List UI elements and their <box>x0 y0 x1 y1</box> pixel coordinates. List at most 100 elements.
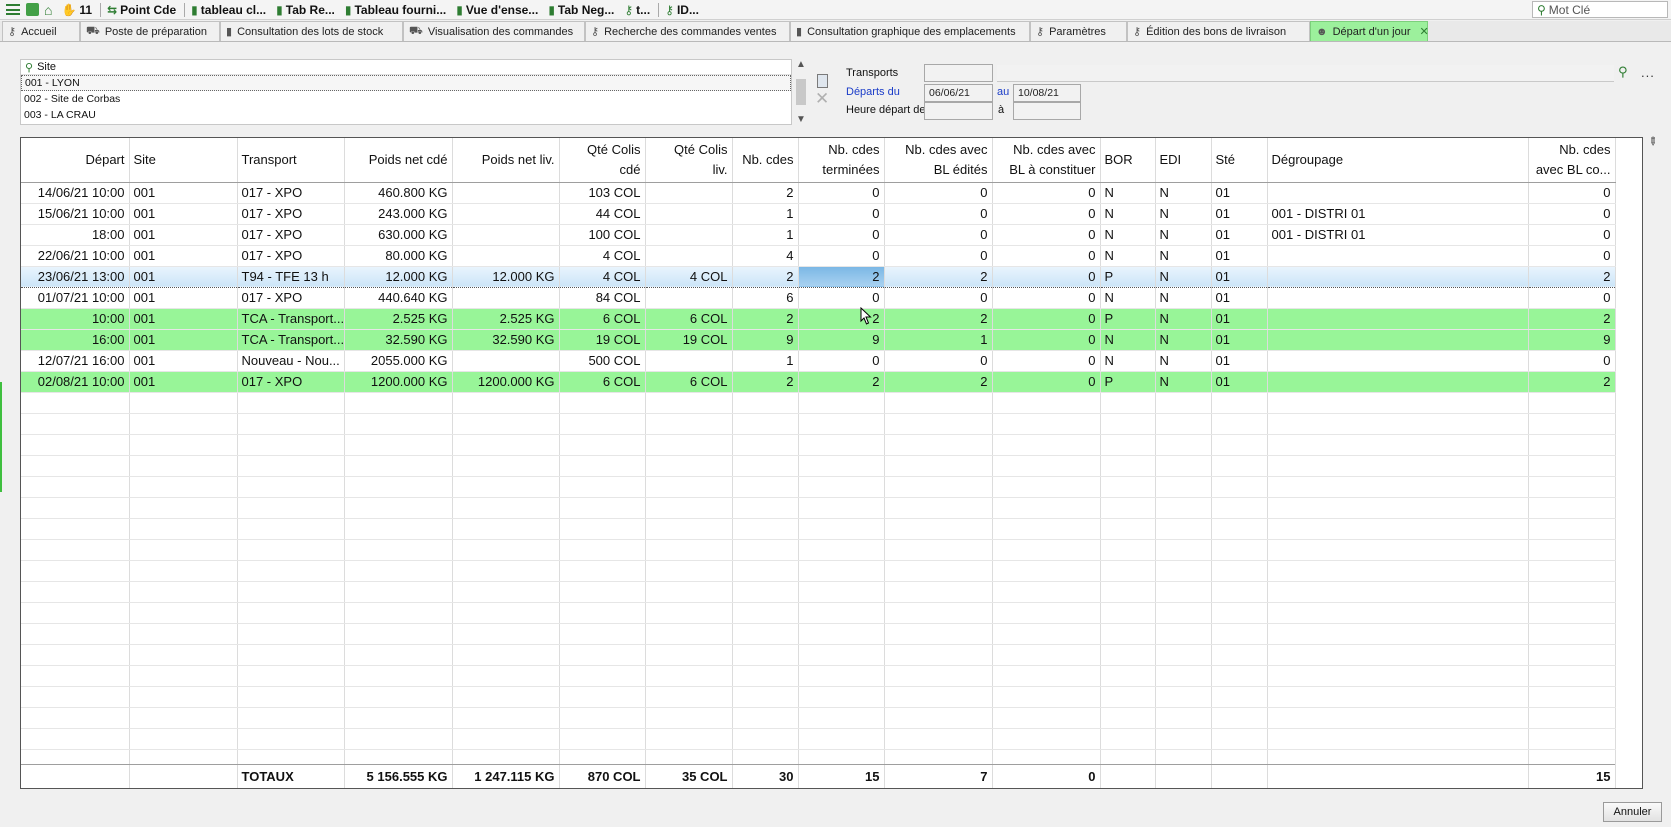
table-cell[interactable]: 23/06/21 13:00 <box>21 265 130 288</box>
tab-consultation-graphique[interactable]: ▮ Consultation graphique des emplacements <box>790 21 1030 41</box>
table-cell[interactable]: 0 <box>798 182 885 204</box>
column-header-5[interactable]: Qté Colis cdé <box>559 138 646 183</box>
pin-icon[interactable]: ✎ <box>1645 134 1661 149</box>
table-cell[interactable]: 243.000 KG <box>344 203 453 225</box>
table-cell[interactable]: 2 <box>1528 308 1616 330</box>
table-cell[interactable]: 0 <box>992 182 1101 204</box>
table-cell[interactable]: 2 <box>798 265 885 288</box>
table-cell[interactable]: 001 <box>129 350 238 372</box>
table-cell[interactable]: 017 - XPO <box>237 287 345 309</box>
table-cell[interactable] <box>645 350 733 372</box>
table-cell[interactable]: 0 <box>1528 203 1616 225</box>
table-cell[interactable]: 1200.000 KG <box>344 371 453 393</box>
table-cell[interactable]: 2 <box>732 265 799 288</box>
table-cell[interactable]: 14/06/21 10:00 <box>21 182 130 204</box>
tab-parametres[interactable]: ⚷ Paramètres <box>1030 21 1127 41</box>
table-cell[interactable] <box>1267 350 1529 372</box>
table-cell[interactable] <box>1267 308 1529 330</box>
search-icon[interactable]: ⚲ <box>1618 64 1628 80</box>
table-cell[interactable]: 9 <box>1528 329 1616 351</box>
table-cell[interactable]: 001 - DISTRI 01 <box>1267 224 1529 246</box>
table-cell[interactable]: N <box>1100 182 1156 204</box>
table-cell[interactable] <box>1267 265 1529 288</box>
site-option-corbas[interactable]: 002 - Site de Corbas <box>21 91 791 107</box>
table-cell[interactable]: N <box>1155 203 1212 225</box>
table-cell[interactable]: N <box>1100 245 1156 267</box>
home-icon[interactable]: ⌂ <box>44 2 52 18</box>
table-cell[interactable] <box>452 224 560 246</box>
table-cell[interactable]: 15/06/21 10:00 <box>21 203 130 225</box>
table-cell[interactable]: 01 <box>1211 203 1268 225</box>
table-cell[interactable]: 80.000 KG <box>344 245 453 267</box>
table-cell[interactable]: 2 <box>1528 265 1616 288</box>
tab-consultation-lots[interactable]: ▮ Consultation des lots de stock <box>220 21 403 41</box>
table-cell[interactable]: 4 COL <box>559 245 646 267</box>
table-cell[interactable]: 12/07/21 16:00 <box>21 350 130 372</box>
table-cell[interactable]: N <box>1155 350 1212 372</box>
table-cell[interactable] <box>1267 287 1529 309</box>
table-cell[interactable]: 01 <box>1211 287 1268 309</box>
column-header-4[interactable]: Poids net liv. <box>452 138 560 183</box>
table-cell[interactable]: 001 <box>129 203 238 225</box>
table-cell[interactable]: 1 <box>884 329 993 351</box>
table-cell[interactable]: 01 <box>1211 308 1268 330</box>
table-row[interactable]: 22/06/21 10:00 001 017 - XPO 80.000 KG 4 COL… <box>21 245 1616 267</box>
table-cell[interactable]: 16:00 <box>21 329 130 351</box>
table-cell[interactable]: 2.525 KG <box>344 308 453 330</box>
table-cell[interactable]: 84 COL <box>559 287 646 309</box>
toolbar-t[interactable]: ⚷ t... <box>620 1 656 19</box>
table-cell[interactable]: 0 <box>798 350 885 372</box>
tab-recherche-commandes[interactable]: ⚷ Recherche des commandes ventes <box>585 21 790 41</box>
table-cell[interactable]: 0 <box>992 203 1101 225</box>
column-header-9[interactable]: Nb. cdes avec BL édités <box>884 138 993 183</box>
more-options-icon[interactable]: ... <box>1641 65 1655 80</box>
table-cell[interactable]: 12.000 KG <box>452 265 560 288</box>
date-from-field[interactable]: 06/06/21 <box>924 84 993 102</box>
table-cell[interactable]: 0 <box>1528 350 1616 372</box>
table-cell[interactable]: N <box>1155 308 1212 330</box>
table-cell[interactable]: 0 <box>992 371 1101 393</box>
table-cell[interactable]: 19 COL <box>645 329 733 351</box>
table-cell[interactable]: N <box>1155 245 1212 267</box>
table-cell[interactable]: 0 <box>1528 224 1616 246</box>
table-cell[interactable]: Nouveau - Nou... <box>237 350 345 372</box>
site-option-la-crau[interactable]: 003 - LA CRAU <box>21 107 791 123</box>
transports-description-field[interactable] <box>997 65 1614 82</box>
table-cell[interactable] <box>645 287 733 309</box>
table-cell[interactable]: 2 <box>732 371 799 393</box>
tab-accueil[interactable]: ⚷ Accueil <box>2 21 80 41</box>
column-header-12[interactable]: EDI <box>1155 138 1212 183</box>
tab-visualisation-commandes[interactable]: ⛟ Visualisation des commandes <box>403 21 585 41</box>
tab-edition-bons[interactable]: ⚷ Édition des bons de livraison <box>1127 21 1310 41</box>
table-cell[interactable]: P <box>1100 265 1156 288</box>
table-cell[interactable]: 10:00 <box>21 308 130 330</box>
table-cell[interactable]: 32.590 KG <box>452 329 560 351</box>
toolbar-point-cde[interactable]: ⇆ Point Cde <box>103 1 182 19</box>
table-cell[interactable]: 01 <box>1211 245 1268 267</box>
column-header-2[interactable]: Transport <box>237 138 345 183</box>
table-cell[interactable]: 1 <box>732 224 799 246</box>
table-row[interactable]: 02/08/21 10:00 001 017 - XPO 1200.000 KG 120… <box>21 371 1616 393</box>
table-cell[interactable] <box>645 245 733 267</box>
table-cell[interactable]: 22/06/21 10:00 <box>21 245 130 267</box>
table-row[interactable]: 18:00 001 017 - XPO 630.000 KG 100 COL 1 0 0 0 N N… <box>21 224 1616 246</box>
table-cell[interactable]: N <box>1155 265 1212 288</box>
table-cell[interactable]: 001 <box>129 287 238 309</box>
table-cell[interactable]: 0 <box>884 245 993 267</box>
table-cell[interactable]: 001 <box>129 308 238 330</box>
table-cell[interactable]: 9 <box>798 329 885 351</box>
table-cell[interactable]: N <box>1100 224 1156 246</box>
table-cell[interactable]: 2 <box>732 308 799 330</box>
document-icon[interactable] <box>817 74 828 88</box>
table-cell[interactable]: 2 <box>884 308 993 330</box>
table-cell[interactable]: 2 <box>884 371 993 393</box>
toolbar-tableau-fourni[interactable]: ▮ Tableau fourni... <box>341 1 452 19</box>
table-cell[interactable]: 001 <box>129 265 238 288</box>
table-cell[interactable]: 0 <box>884 182 993 204</box>
table-cell[interactable] <box>452 203 560 225</box>
table-cell[interactable]: 017 - XPO <box>237 182 345 204</box>
table-cell[interactable]: 4 <box>732 245 799 267</box>
table-cell[interactable]: 6 COL <box>559 308 646 330</box>
table-cell[interactable] <box>452 287 560 309</box>
scroll-down-icon[interactable]: ▼ <box>796 114 806 125</box>
